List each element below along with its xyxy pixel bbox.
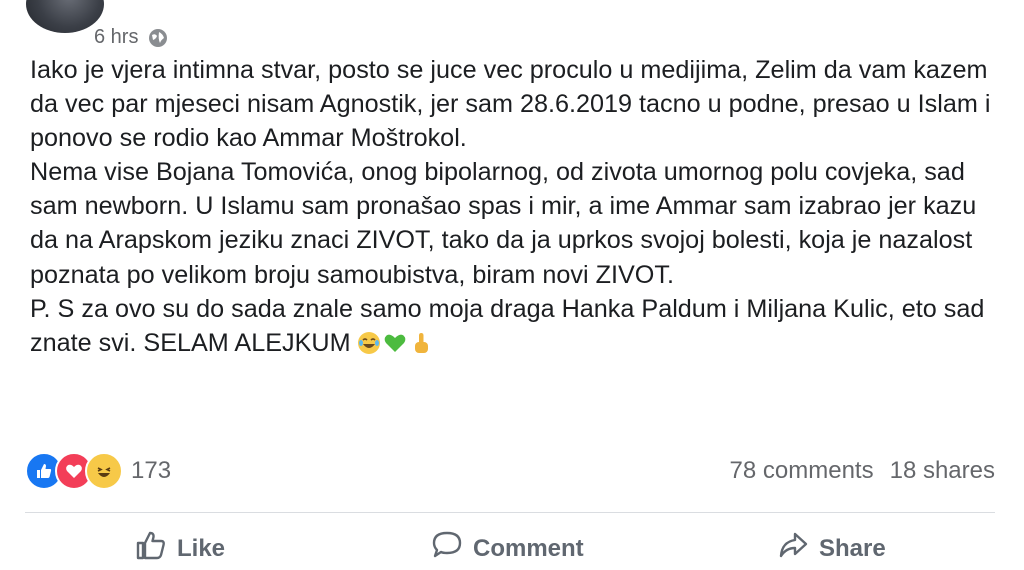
like-button[interactable]: Like <box>135 530 225 567</box>
divider <box>25 512 995 513</box>
post-paragraph-1: Iako je vjera intimna stvar, posto se ju… <box>30 56 991 153</box>
comment-button[interactable]: Comment <box>431 530 584 567</box>
post-stats: 78 comments 18 shares <box>730 457 995 485</box>
facebook-post: 6 hrs Iako je vjera intimna stvar, posto… <box>0 0 1024 567</box>
post-text: Iako je vjera intimna stvar, posto se ju… <box>30 53 1000 360</box>
haha-reaction-icon <box>85 452 123 490</box>
post-timestamp[interactable]: 6 hrs <box>94 26 138 49</box>
comment-label: Comment <box>473 534 584 562</box>
post-paragraph-3-text: P. S za ovo su do sada znale samo moja d… <box>30 294 985 357</box>
share-arrow-icon <box>777 530 809 567</box>
post-meta: 6 hrs <box>94 26 168 49</box>
tears-of-joy-emoji <box>357 330 381 354</box>
like-label: Like <box>177 534 226 562</box>
action-bar: Like Comment Share <box>25 530 995 570</box>
comments-count[interactable]: 78 comments <box>730 457 874 485</box>
share-button[interactable]: Share <box>777 530 886 567</box>
comment-icon <box>431 530 463 567</box>
reactions-summary[interactable]: 173 <box>25 452 171 490</box>
globe-icon[interactable] <box>148 28 168 48</box>
post-header <box>26 0 104 34</box>
emoji-row <box>357 330 433 354</box>
post-paragraph-3: P. S za ovo su do sada znale samo moja d… <box>30 292 1000 360</box>
thumbs-up-icon <box>135 530 167 567</box>
post-paragraph-2: Nema vise Bojana Tomovića, onog bipolarn… <box>30 158 977 289</box>
share-label: Share <box>819 534 886 562</box>
shares-count[interactable]: 18 shares <box>890 457 995 485</box>
green-heart-emoji <box>383 330 407 354</box>
pointing-up-emoji <box>409 330 433 354</box>
avatar[interactable] <box>26 0 104 33</box>
engagement-bar: 173 78 comments 18 shares <box>25 452 995 492</box>
reaction-count[interactable]: 173 <box>131 457 171 485</box>
